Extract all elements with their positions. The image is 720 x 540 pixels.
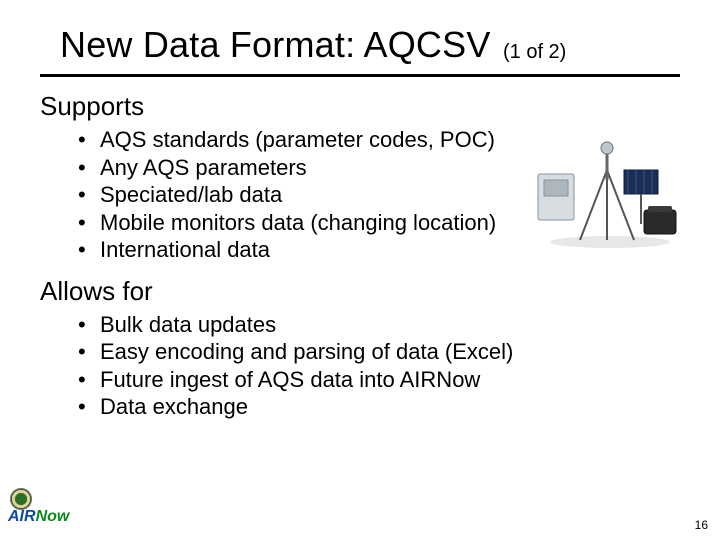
title-wrap: New Data Format: AQCSV (1 of 2) bbox=[0, 0, 720, 66]
list-item: International data bbox=[78, 236, 680, 264]
allows-list: Bulk data updates Easy encoding and pars… bbox=[40, 311, 680, 421]
supports-list: AQS standards (parameter codes, POC) Any… bbox=[40, 126, 680, 264]
airnow-logo: AIRNow bbox=[6, 488, 76, 532]
list-item: Any AQS parameters bbox=[78, 154, 680, 182]
epa-seal-icon bbox=[10, 488, 32, 510]
list-item: Data exchange bbox=[78, 393, 680, 421]
brand-text: AIRNow bbox=[8, 508, 69, 526]
slide-title: New Data Format: AQCSV bbox=[60, 24, 491, 65]
list-item: Bulk data updates bbox=[78, 311, 680, 339]
section-heading-supports: Supports bbox=[40, 91, 680, 122]
list-item: Future ingest of AQS data into AIRNow bbox=[78, 366, 680, 394]
slide: New Data Format: AQCSV (1 of 2) bbox=[0, 0, 720, 540]
list-item: Speciated/lab data bbox=[78, 181, 680, 209]
brand-now: Now bbox=[36, 508, 70, 525]
brand-air: AIR bbox=[8, 508, 36, 525]
body: Supports AQS standards (parameter codes,… bbox=[0, 91, 720, 421]
list-item: AQS standards (parameter codes, POC) bbox=[78, 126, 680, 154]
slide-pager: (1 of 2) bbox=[495, 41, 566, 63]
title-rule bbox=[40, 74, 680, 77]
page-number: 16 bbox=[695, 518, 708, 532]
list-item: Easy encoding and parsing of data (Excel… bbox=[78, 338, 680, 366]
section-heading-allows: Allows for bbox=[40, 276, 680, 307]
list-item: Mobile monitors data (changing location) bbox=[78, 209, 680, 237]
